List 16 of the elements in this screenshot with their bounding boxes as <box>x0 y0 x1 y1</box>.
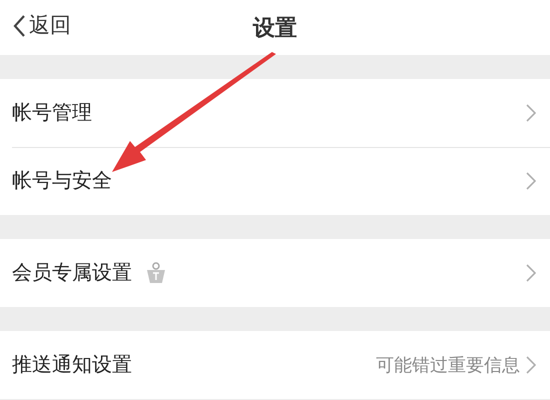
settings-row[interactable]: 帐号与安全 <box>0 147 550 215</box>
row-label: 帐号管理 <box>12 101 92 126</box>
settings-row[interactable]: 帐号管理 <box>0 79 550 147</box>
chevron-right-icon <box>526 172 536 190</box>
back-button[interactable]: 返回 <box>12 10 71 42</box>
settings-row[interactable]: 推送通知设置 可能错过重要信息 <box>0 331 550 399</box>
row-label: 会员专属设置 <box>12 261 132 286</box>
settings-row[interactable]: 会员专属设置 <box>0 239 550 307</box>
row-label: 帐号与安全 <box>12 169 112 194</box>
chevron-right-icon <box>526 264 536 282</box>
back-icon <box>12 14 26 38</box>
chevron-right-icon <box>526 104 536 122</box>
page-title: 设置 <box>253 14 297 42</box>
row-hint: 可能错过重要信息 <box>376 354 520 376</box>
chevron-right-icon <box>526 356 536 374</box>
row-label: 推送通知设置 <box>12 353 132 378</box>
